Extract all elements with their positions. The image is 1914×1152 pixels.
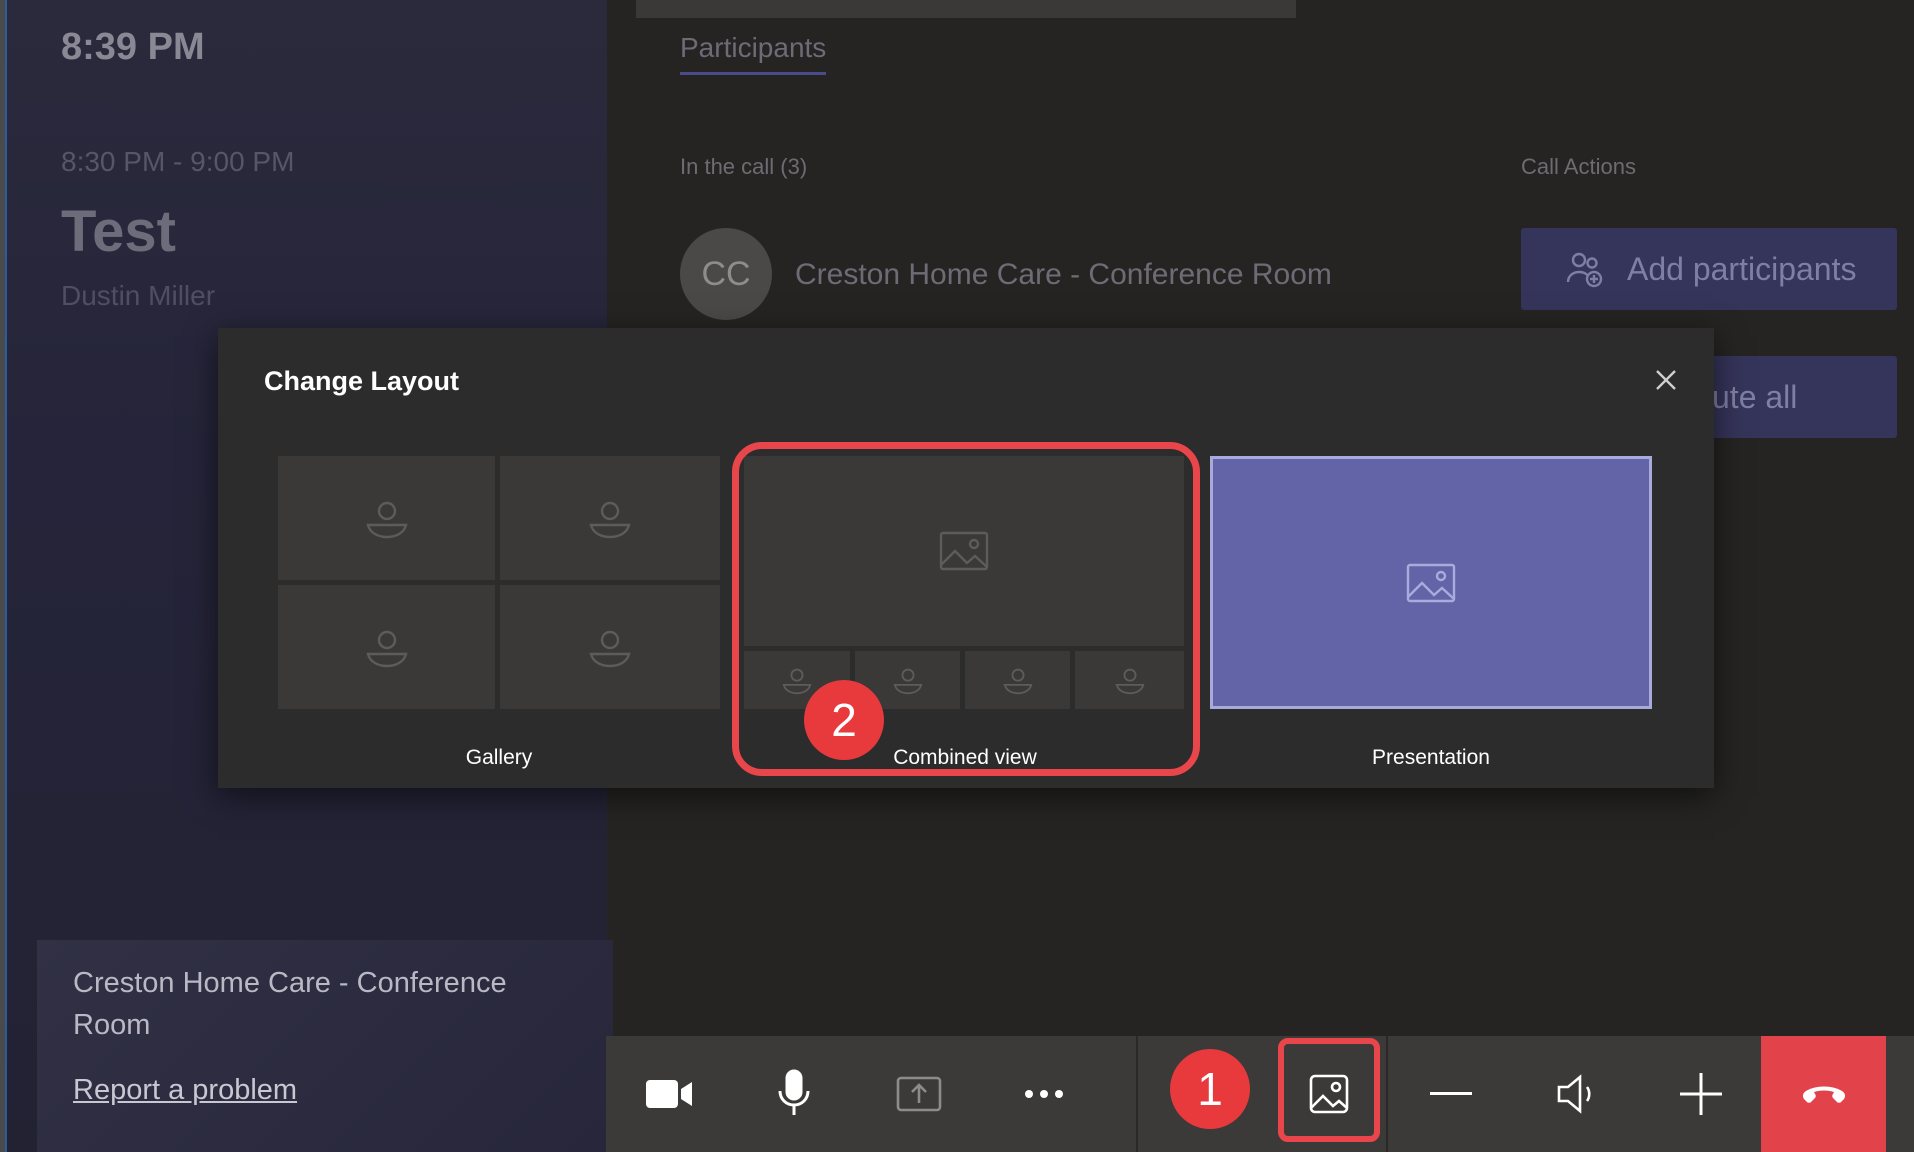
avatar: CC [680,228,772,320]
annotation-highlight-combined-view [732,442,1200,776]
annotation-step-2-badge: 2 [804,680,884,760]
volume-down-icon [1429,1092,1472,1095]
speaker-button[interactable] [1513,1036,1638,1152]
window-edge [0,0,7,1152]
meeting-title: Test [61,199,176,264]
share-screen-button[interactable] [856,1036,981,1152]
add-participants-label: Add participants [1627,250,1857,287]
gallery-tile [278,585,495,709]
room-info-box: Creston Home Care - Conference Room Repo… [37,940,613,1152]
add-participants-button[interactable]: Add participants [1521,228,1897,310]
teams-room-screen: 8:39 PM 8:30 PM - 9:00 PM Test Dustin Mi… [0,0,1914,1152]
hang-up-button[interactable] [1761,1036,1886,1152]
report-problem-link[interactable]: Report a problem [73,1074,297,1107]
current-time: 8:39 PM [61,26,205,68]
layout-option-presentation[interactable]: Presentation [1210,456,1652,769]
presentation-tile [1213,459,1649,706]
speaker-icon [1557,1074,1591,1114]
mute-all-label: ute all [1712,378,1798,415]
volume-up-icon [1679,1073,1722,1115]
person-icon [365,501,408,539]
volume-up-button[interactable] [1638,1036,1763,1152]
person-icon [589,501,631,539]
more-options-button[interactable] [981,1036,1106,1152]
close-icon[interactable] [1650,364,1682,396]
add-person-icon [1566,252,1603,288]
in-call-heading: In the call (3) [680,154,808,179]
call-controls-toolbar [606,1036,1914,1152]
layout-option-gallery[interactable]: Gallery [278,456,720,769]
person-icon [365,630,408,668]
tab-participants[interactable]: Participants [680,32,827,75]
meeting-organizer: Dustin Miller [61,280,216,311]
person-icon [589,630,631,668]
room-name: Creston Home Care - Conference Room [73,967,507,1041]
share-screen-icon [896,1076,941,1112]
gallery-tile [500,585,720,709]
participant-name[interactable]: Creston Home Care - Conference Room [795,258,1332,292]
more-options-icon [1024,1090,1063,1098]
microphone-icon [778,1069,809,1115]
layout-label-gallery: Gallery [465,746,533,769]
hang-up-icon [1802,1086,1845,1103]
camera-icon [645,1080,692,1108]
gallery-thumbnail [278,456,720,709]
call-actions-heading: Call Actions [1521,154,1636,179]
volume-down-button[interactable] [1388,1036,1513,1152]
camera-button[interactable] [606,1036,731,1152]
image-icon [1406,563,1456,602]
mute-all-button[interactable]: ute all [1700,356,1897,438]
gallery-tile [500,456,720,580]
meeting-time-range: 8:30 PM - 9:00 PM [61,146,295,177]
layout-label-presentation: Presentation [1372,746,1490,769]
top-tab-bar [636,0,1296,18]
presentation-thumbnail [1210,456,1652,709]
gallery-tile [278,456,495,580]
microphone-button[interactable] [731,1036,856,1152]
toolbar-divider [1136,1036,1138,1152]
annotation-step-1-badge: 1 [1170,1049,1250,1129]
dialog-title: Change Layout [264,366,460,396]
annotation-highlight-change-layout [1278,1038,1380,1142]
